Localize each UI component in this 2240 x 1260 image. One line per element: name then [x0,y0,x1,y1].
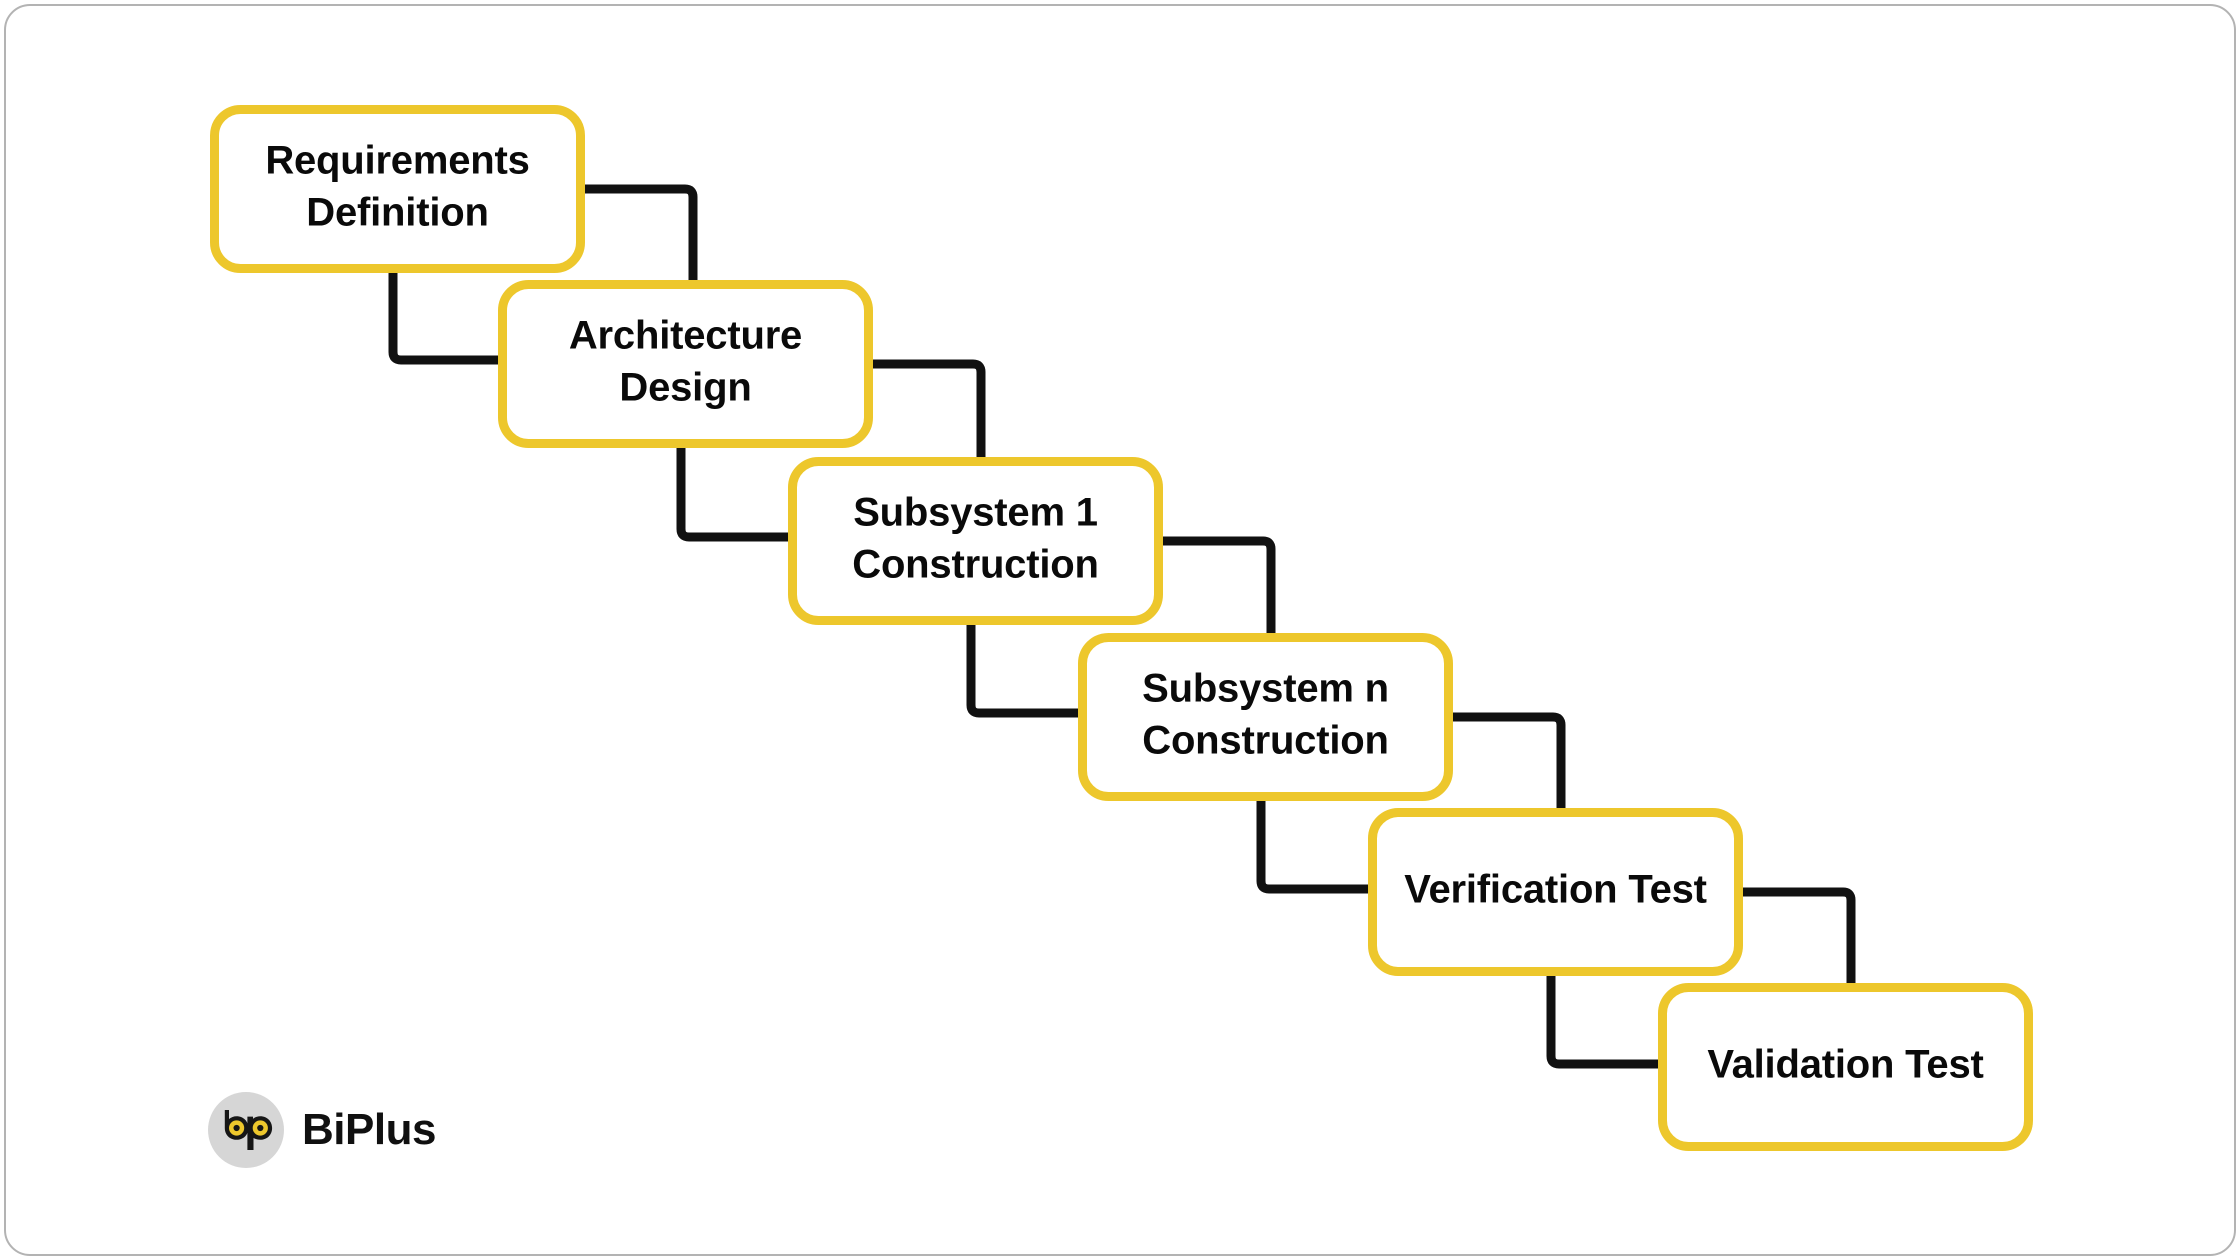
connector-c1-bottom [388,273,498,365]
connector-c4-bottom [1256,801,1368,894]
stage-box-requirements-definition[interactable]: Requirements Definition [210,105,585,273]
stage-box-validation-test[interactable]: Validation Test [1658,983,2033,1151]
stage-label-line: Requirements [265,139,529,183]
connector-c2-right [873,359,986,457]
stage-box-shape [1078,633,1453,801]
biplus-owl-icon [208,1092,284,1168]
stage-label-line: Design [619,366,751,410]
stage-box-verification-test[interactable]: Verification Test [1368,808,1743,976]
connector-c5-right [1743,887,1856,983]
logo-text: BiPlus [302,1105,436,1154]
biplus-logo: BiPlus [208,1092,436,1168]
stage-label-line: Subsystem 1 [853,491,1098,535]
connector-c5-bottom [1546,976,1658,1069]
connector-c4-right [1453,712,1566,808]
stage-label-line: Validation Test [1707,1043,1983,1087]
stage-box-subsystem-n-construction[interactable]: Subsystem n Construction [1078,633,1453,801]
stage-box-shape [788,457,1163,625]
stage-box-architecture-design[interactable]: Architecture Design [498,280,873,448]
stage-box-layer: Requirements Definition Architecture Design… [210,105,2033,1151]
stage-label-line: Subsystem n [1142,667,1389,711]
stage-box-subsystem-1-construction[interactable]: Subsystem 1 Construction [788,457,1163,625]
stage-box-shape [210,105,585,273]
stage-label-line: Verification Test [1404,868,1707,912]
connector-c3-right [1163,536,1276,633]
connector-c3-bottom [966,625,1078,718]
diagram-canvas: Requirements Definition Architecture Design… [0,0,2240,1260]
stage-label-line: Construction [852,543,1098,587]
waterfall-diagram: Requirements Definition Architecture Design… [210,105,2033,1151]
connector-c2-bottom [676,448,788,542]
stage-label-line: Construction [1142,719,1388,763]
stage-label-line: Architecture [569,314,802,358]
stage-box-shape [498,280,873,448]
stage-label-line: Definition [306,191,488,235]
connector-c1-right [585,184,698,280]
